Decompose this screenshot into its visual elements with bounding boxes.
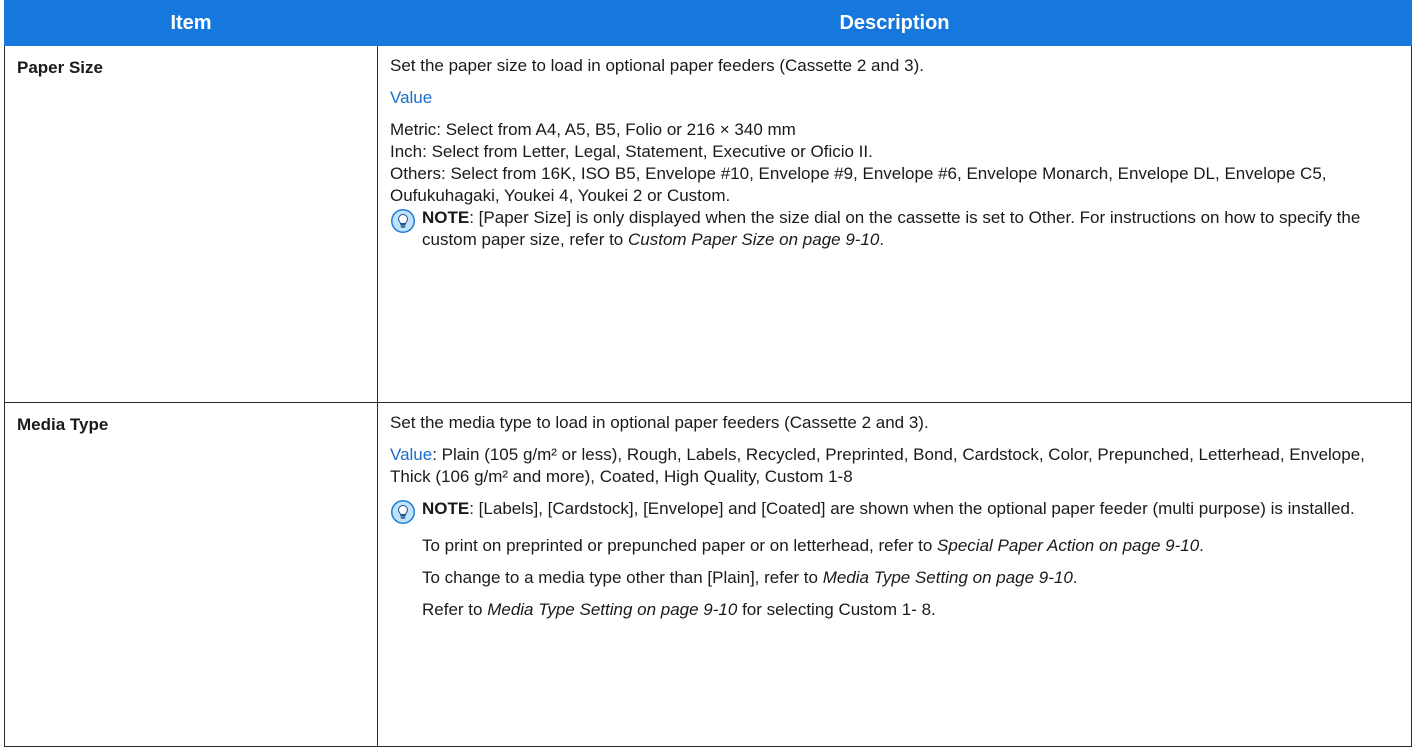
paper-size-intro: Set the paper size to load in optional p… [390,56,924,75]
item-paper-size: Paper Size [4,45,378,403]
media-type-note-text: NOTE: [Labels], [Cardstock], [Envelope] … [422,498,1355,520]
paper-size-value-heading: Value [390,88,433,107]
paper-size-note-text: NOTE: [Paper Size] is only displayed whe… [422,207,1401,251]
link-media-type-setting-custom[interactable]: Media Type Setting on page 9-10 [487,600,737,619]
item-media-type: Media Type [4,402,378,747]
paper-size-note: NOTE: [Paper Size] is only displayed whe… [390,207,1401,251]
media-type-value-list: : Plain (105 g/m² or less), Rough, Label… [390,445,1365,486]
link-custom-paper-size[interactable]: Custom Paper Size on page 9-10 [628,230,879,249]
table-row-media-type: Media Type Set the media type to load in… [4,402,1412,747]
table-header-row: Item Description [4,0,1412,46]
special-paper-text: To print on preprinted or prepunched pap… [422,536,938,555]
paper-size-note-body: : [Paper Size] is only displayed when th… [422,208,1361,249]
paper-size-inch: Inch: Select from Letter, Legal, Stateme… [390,142,873,161]
link-media-type-setting[interactable]: Media Type Setting on page 9-10 [823,568,1073,587]
link-special-paper-action[interactable]: Special Paper Action on page 9-10 [937,536,1199,555]
media-type-note: NOTE: [Labels], [Cardstock], [Envelope] … [390,498,1401,525]
media-type-custom: Refer to Media Type Setting on page 9-10… [390,599,1401,621]
header-description: Description [377,0,1412,46]
header-item: Item [4,0,378,46]
special-paper-end: . [1199,536,1204,555]
paper-size-metric: Metric: Select from A4, A5, B5, Folio or… [390,120,796,139]
note-lightbulb-icon [391,500,415,524]
media-type-intro: Set the media type to load in optional p… [390,413,929,432]
change-media-text: To change to a media type other than [Pl… [422,568,823,587]
media-type-value-heading: Value [390,445,433,464]
custom-refer-end: for selecting Custom 1- 8. [737,600,936,619]
media-type-note-label: NOTE [422,499,470,518]
media-type-change: To change to a media type other than [Pl… [390,567,1401,589]
change-media-end: . [1072,568,1078,587]
note-lightbulb-icon [391,209,415,233]
paper-size-others: Others: Select from 16K, ISO B5, Envelop… [390,164,1327,205]
media-type-note-body: : [Labels], [Cardstock], [Envelope] and … [469,499,1355,518]
paper-size-note-end: . [879,230,885,249]
settings-table: Item Description Paper Size Set the pape… [4,0,1412,747]
description-paper-size: Set the paper size to load in optional p… [377,45,1412,403]
custom-refer-text: Refer to [422,600,488,619]
media-type-special-paper: To print on preprinted or prepunched pap… [390,535,1401,557]
table-row-paper-size: Paper Size Set the paper size to load in… [4,45,1412,403]
description-media-type: Set the media type to load in optional p… [377,402,1412,747]
paper-size-note-label: NOTE [422,208,470,227]
media-type-values: Value: Plain (105 g/m² or less), Rough, … [390,444,1401,488]
